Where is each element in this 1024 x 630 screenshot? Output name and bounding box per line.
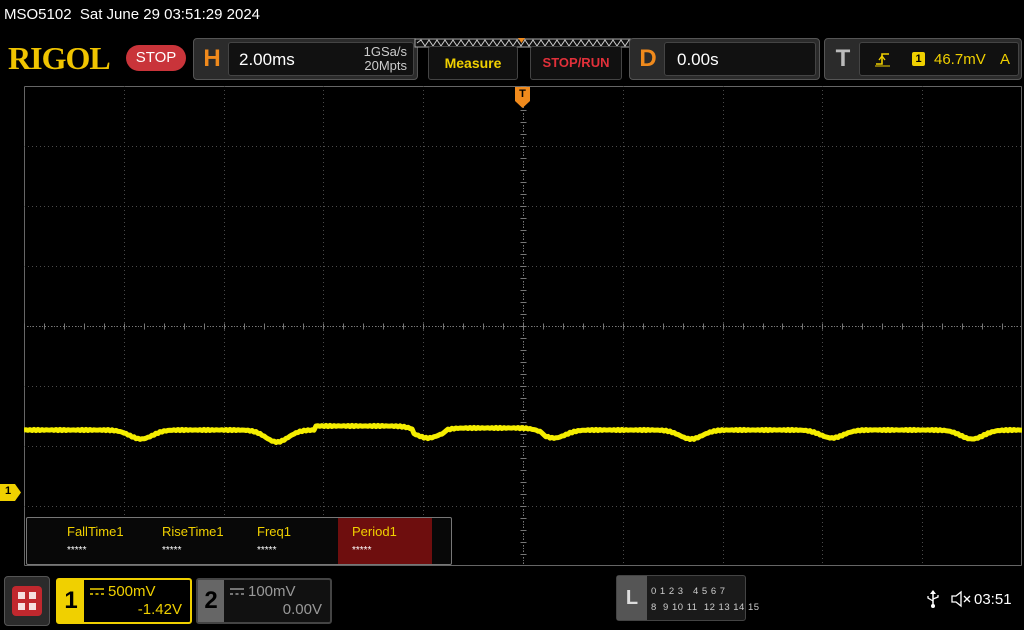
channel1-trace [24,422,1022,445]
measurement-name: FallTime1 [67,524,124,539]
timebase-value: 2.00ms [239,50,295,69]
channel1-number: 1 [58,580,84,622]
measurement-value: ***** [67,545,87,556]
run-state-badge[interactable]: STOP [126,45,186,71]
measurement-name: RiseTime1 [162,524,224,539]
logic-channels-panel[interactable]: L 0 1 2 3 4 5 6 7 8 9 10 11 12 13 14 15 [616,575,759,621]
channel2-scale: 100mV [248,583,296,600]
logic-channels-row2: 8 9 10 11 12 13 14 15 [651,602,760,613]
channel2-offset: 0.00V [282,601,322,618]
channel1-offset-marker[interactable]: 1 [0,484,22,501]
trigger-readout: 1 46.7mV A [859,42,1019,76]
measurement-item[interactable]: FallTime1 ***** [53,518,147,564]
logic-letter: L [617,576,647,620]
graticule [24,86,1022,566]
measurement-value: ***** [352,545,372,556]
rigol-logo: RIGOL [8,40,111,76]
measurement-value: ***** [162,545,182,556]
dc-coupling-icon [90,588,104,595]
measurement-item[interactable]: Freq1 ***** [243,518,337,564]
measure-button[interactable]: Measure [428,46,518,80]
delay-value: 0.00s [677,50,719,69]
measurement-name: Freq1 [257,524,291,539]
delay-readout: 0.00s [664,42,816,76]
rising-edge-icon [875,53,890,67]
logic-channels-row1: 0 1 2 3 4 5 6 7 [651,586,726,597]
trigger-letter: T [835,45,851,72]
trigger-source-badge: 1 [912,52,925,66]
channel1-scale: 500mV [108,583,156,600]
channel2-panel[interactable]: 2 100mV 0.00V [196,578,332,624]
system-clock: 03:51 [974,591,1012,608]
channel1-panel[interactable]: 1 500mV -1.42V [56,578,192,624]
acquisition-info: 1GSa/s 20Mpts [364,45,407,73]
home-menu-button[interactable] [4,576,50,626]
grid-menu-icon [12,586,42,616]
horizontal-readout: 2.00ms 1GSa/s 20Mpts [228,42,414,76]
horizontal-panel[interactable]: H 2.00ms 1GSa/s 20Mpts [193,38,418,80]
channel1-offset: -1.42V [137,601,182,618]
delay-panel[interactable]: D 0.00s [629,38,820,80]
measurement-panel: FallTime1 ***** RiseTime1 ***** Freq1 **… [26,517,452,565]
channel1-marker-label: 1 [4,485,12,497]
trigger-level: 46.7mV [934,51,986,68]
trigger-panel[interactable]: T 1 46.7mV A [824,38,1022,80]
waveform-display[interactable] [24,86,1022,566]
measurement-name: Period1 [352,524,397,539]
horizontal-letter: H [203,45,221,72]
sample-rate: 1GSa/s [363,44,407,59]
measurement-item-selected[interactable]: Period1 ***** [338,518,432,564]
trigger-mode: A [1000,51,1011,68]
usb-icon [927,590,939,608]
channel2-number: 2 [198,580,224,622]
measurement-value: ***** [257,545,277,556]
stop-run-button[interactable]: STOP/RUN [530,46,622,80]
trigger-position-marker[interactable]: T [515,87,530,109]
memory-depth: 20Mpts [364,58,407,73]
dc-coupling-icon [230,588,244,595]
delay-letter: D [639,45,657,72]
status-title: MSO5102 Sat June 29 03:51:29 2024 [4,6,261,23]
speaker-muted-icon[interactable] [950,590,972,608]
trigger-marker-label: T [519,88,526,100]
measurement-item[interactable]: RiseTime1 ***** [148,518,242,564]
